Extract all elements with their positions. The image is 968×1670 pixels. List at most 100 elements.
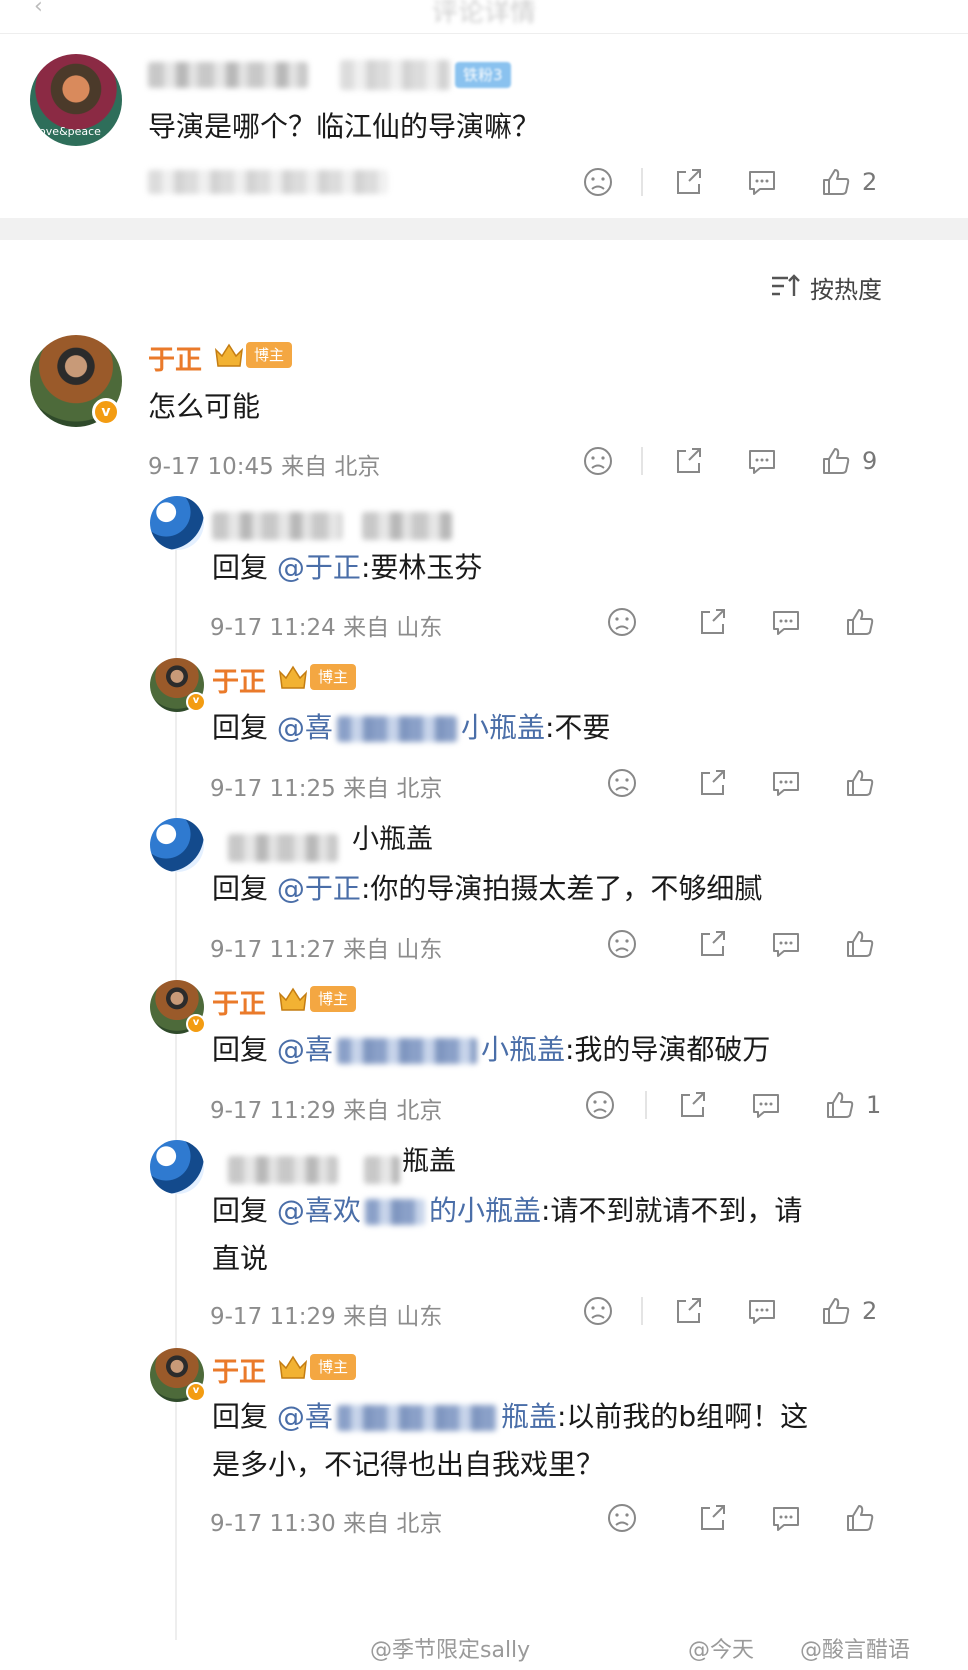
redacted-username-extra xyxy=(340,60,450,90)
like-icon[interactable] xyxy=(820,166,852,198)
verified-icon: v xyxy=(186,692,206,712)
replier-avatar[interactable] xyxy=(150,818,204,872)
host-name[interactable]: 于正 xyxy=(148,338,202,377)
mention-link[interactable]: @喜 瓶盖 xyxy=(277,1400,557,1433)
watermark-left: @季节限定sally xyxy=(370,1638,531,1663)
redacted-username-extra xyxy=(362,512,452,540)
original-commenter-avatar[interactable]: love&peace xyxy=(30,54,122,146)
like-icon[interactable] xyxy=(844,1502,876,1534)
reply-meta: 9-17 11:30 来自 北京 xyxy=(210,1511,443,1537)
reply-text: 回复 @喜 瓶盖:以前我的b组啊！这 xyxy=(212,1400,809,1433)
replier-avatar[interactable] xyxy=(150,1140,204,1194)
redacted-username xyxy=(148,62,308,88)
share-icon[interactable] xyxy=(672,1295,704,1327)
mention-link[interactable]: @喜 小瓶盖 xyxy=(277,711,545,744)
comment-icon[interactable] xyxy=(770,606,802,638)
reply-text: 回复 @喜 小瓶盖:不要 xyxy=(212,711,611,744)
reply-meta: 9-17 11:29 来自 北京 xyxy=(210,1098,443,1124)
share-icon[interactable] xyxy=(696,928,728,960)
crown-icon xyxy=(278,1355,308,1379)
mention-link[interactable]: @喜欢 的小瓶盖 xyxy=(277,1194,541,1227)
comment-icon[interactable] xyxy=(770,767,802,799)
like-icon[interactable] xyxy=(844,606,876,638)
redacted-username xyxy=(228,1156,338,1184)
avatar-caption: love&peace xyxy=(36,125,101,138)
divider xyxy=(641,1297,643,1325)
share-icon[interactable] xyxy=(672,445,704,477)
watermark-right-a: @今天 xyxy=(688,1638,755,1663)
share-icon[interactable] xyxy=(696,606,728,638)
mention-link[interactable]: @于正 xyxy=(277,872,361,905)
replier-name-fragment: 瓶盖 xyxy=(402,1146,456,1177)
dislike-icon[interactable] xyxy=(584,1089,616,1121)
comment-icon[interactable] xyxy=(750,1089,782,1121)
crown-icon xyxy=(278,665,308,689)
like-count: 2 xyxy=(862,168,878,196)
like-icon[interactable] xyxy=(844,928,876,960)
original-comment-text: 导演是哪个？临江仙的导演嘛？ xyxy=(148,110,541,143)
like-icon[interactable] xyxy=(844,767,876,799)
sort-button[interactable]: 按热度 xyxy=(810,270,882,305)
comment-icon[interactable] xyxy=(746,445,778,477)
divider xyxy=(641,447,643,475)
host-badge: 博主 xyxy=(246,342,293,368)
verified-icon: v xyxy=(92,398,120,426)
replier-avatar[interactable] xyxy=(150,496,204,550)
redacted-username-extra xyxy=(364,1156,400,1184)
share-icon[interactable] xyxy=(676,1089,708,1121)
top-bar: ‹ 评论详情 xyxy=(0,0,968,34)
comment-text: 怎么可能 xyxy=(148,390,261,423)
reply-text: 回复 @喜欢 的小瓶盖:请不到就请不到，请 xyxy=(212,1194,803,1227)
dislike-icon[interactable] xyxy=(606,928,638,960)
redacted-username xyxy=(228,834,338,862)
comment-icon[interactable] xyxy=(746,166,778,198)
comment-icon[interactable] xyxy=(746,1295,778,1327)
dislike-icon[interactable] xyxy=(606,767,638,799)
host-name[interactable]: 于正 xyxy=(212,660,266,699)
divider xyxy=(645,1091,647,1119)
dislike-icon[interactable] xyxy=(582,445,614,477)
dislike-icon[interactable] xyxy=(606,606,638,638)
reply-text-line2: 是多小，不记得也出自我戏里？ xyxy=(212,1448,605,1481)
like-count: 1 xyxy=(866,1091,882,1119)
like-count: 2 xyxy=(862,1297,878,1325)
share-icon[interactable] xyxy=(672,166,704,198)
crown-icon xyxy=(214,343,244,367)
dislike-icon[interactable] xyxy=(606,1502,638,1534)
sort-icon[interactable] xyxy=(770,272,802,300)
comment-icon[interactable] xyxy=(770,1502,802,1534)
dislike-icon[interactable] xyxy=(582,1295,614,1327)
reply-text: 回复 @喜 小瓶盖:我的导演都破万 xyxy=(212,1033,771,1066)
verified-icon: v xyxy=(186,1382,206,1402)
reply-meta: 9-17 11:29 来自 山东 xyxy=(210,1304,443,1330)
mention-link[interactable]: @喜 小瓶盖 xyxy=(277,1033,565,1066)
host-badge: 博主 xyxy=(310,986,357,1012)
host-name[interactable]: 于正 xyxy=(212,982,266,1021)
reply-text-line2: 直说 xyxy=(212,1242,269,1275)
like-count: 9 xyxy=(862,447,878,475)
section-gap xyxy=(0,218,968,240)
watermark-right-b: @酸言醋语 xyxy=(800,1638,911,1663)
redacted-meta xyxy=(148,170,388,194)
verified-icon: v xyxy=(186,1014,206,1034)
like-icon[interactable] xyxy=(820,445,852,477)
reply-text: 回复 @于正:你的导演拍摄太差了，不够细腻 xyxy=(212,872,763,905)
reply-meta: 9-17 11:27 来自 山东 xyxy=(210,937,443,963)
mention-link[interactable]: @于正 xyxy=(277,551,361,584)
reply-text: 回复 @于正:要林玉芬 xyxy=(212,551,483,584)
fan-badge: 铁粉3 xyxy=(455,62,511,88)
redacted-username xyxy=(212,512,342,540)
dislike-icon[interactable] xyxy=(582,166,614,198)
like-icon[interactable] xyxy=(824,1089,856,1121)
share-icon[interactable] xyxy=(696,1502,728,1534)
comment-meta: 9-17 10:45 来自 北京 xyxy=(148,454,381,480)
like-icon[interactable] xyxy=(820,1295,852,1327)
host-badge: 博主 xyxy=(310,664,357,690)
reply-meta: 9-17 11:25 来自 北京 xyxy=(210,776,443,802)
crown-icon xyxy=(278,987,308,1011)
host-name[interactable]: 于正 xyxy=(212,1350,266,1389)
page-title: 评论详情 xyxy=(431,0,536,28)
share-icon[interactable] xyxy=(696,767,728,799)
comment-icon[interactable] xyxy=(770,928,802,960)
reply-meta: 9-17 11:24 来自 山东 xyxy=(210,615,443,641)
